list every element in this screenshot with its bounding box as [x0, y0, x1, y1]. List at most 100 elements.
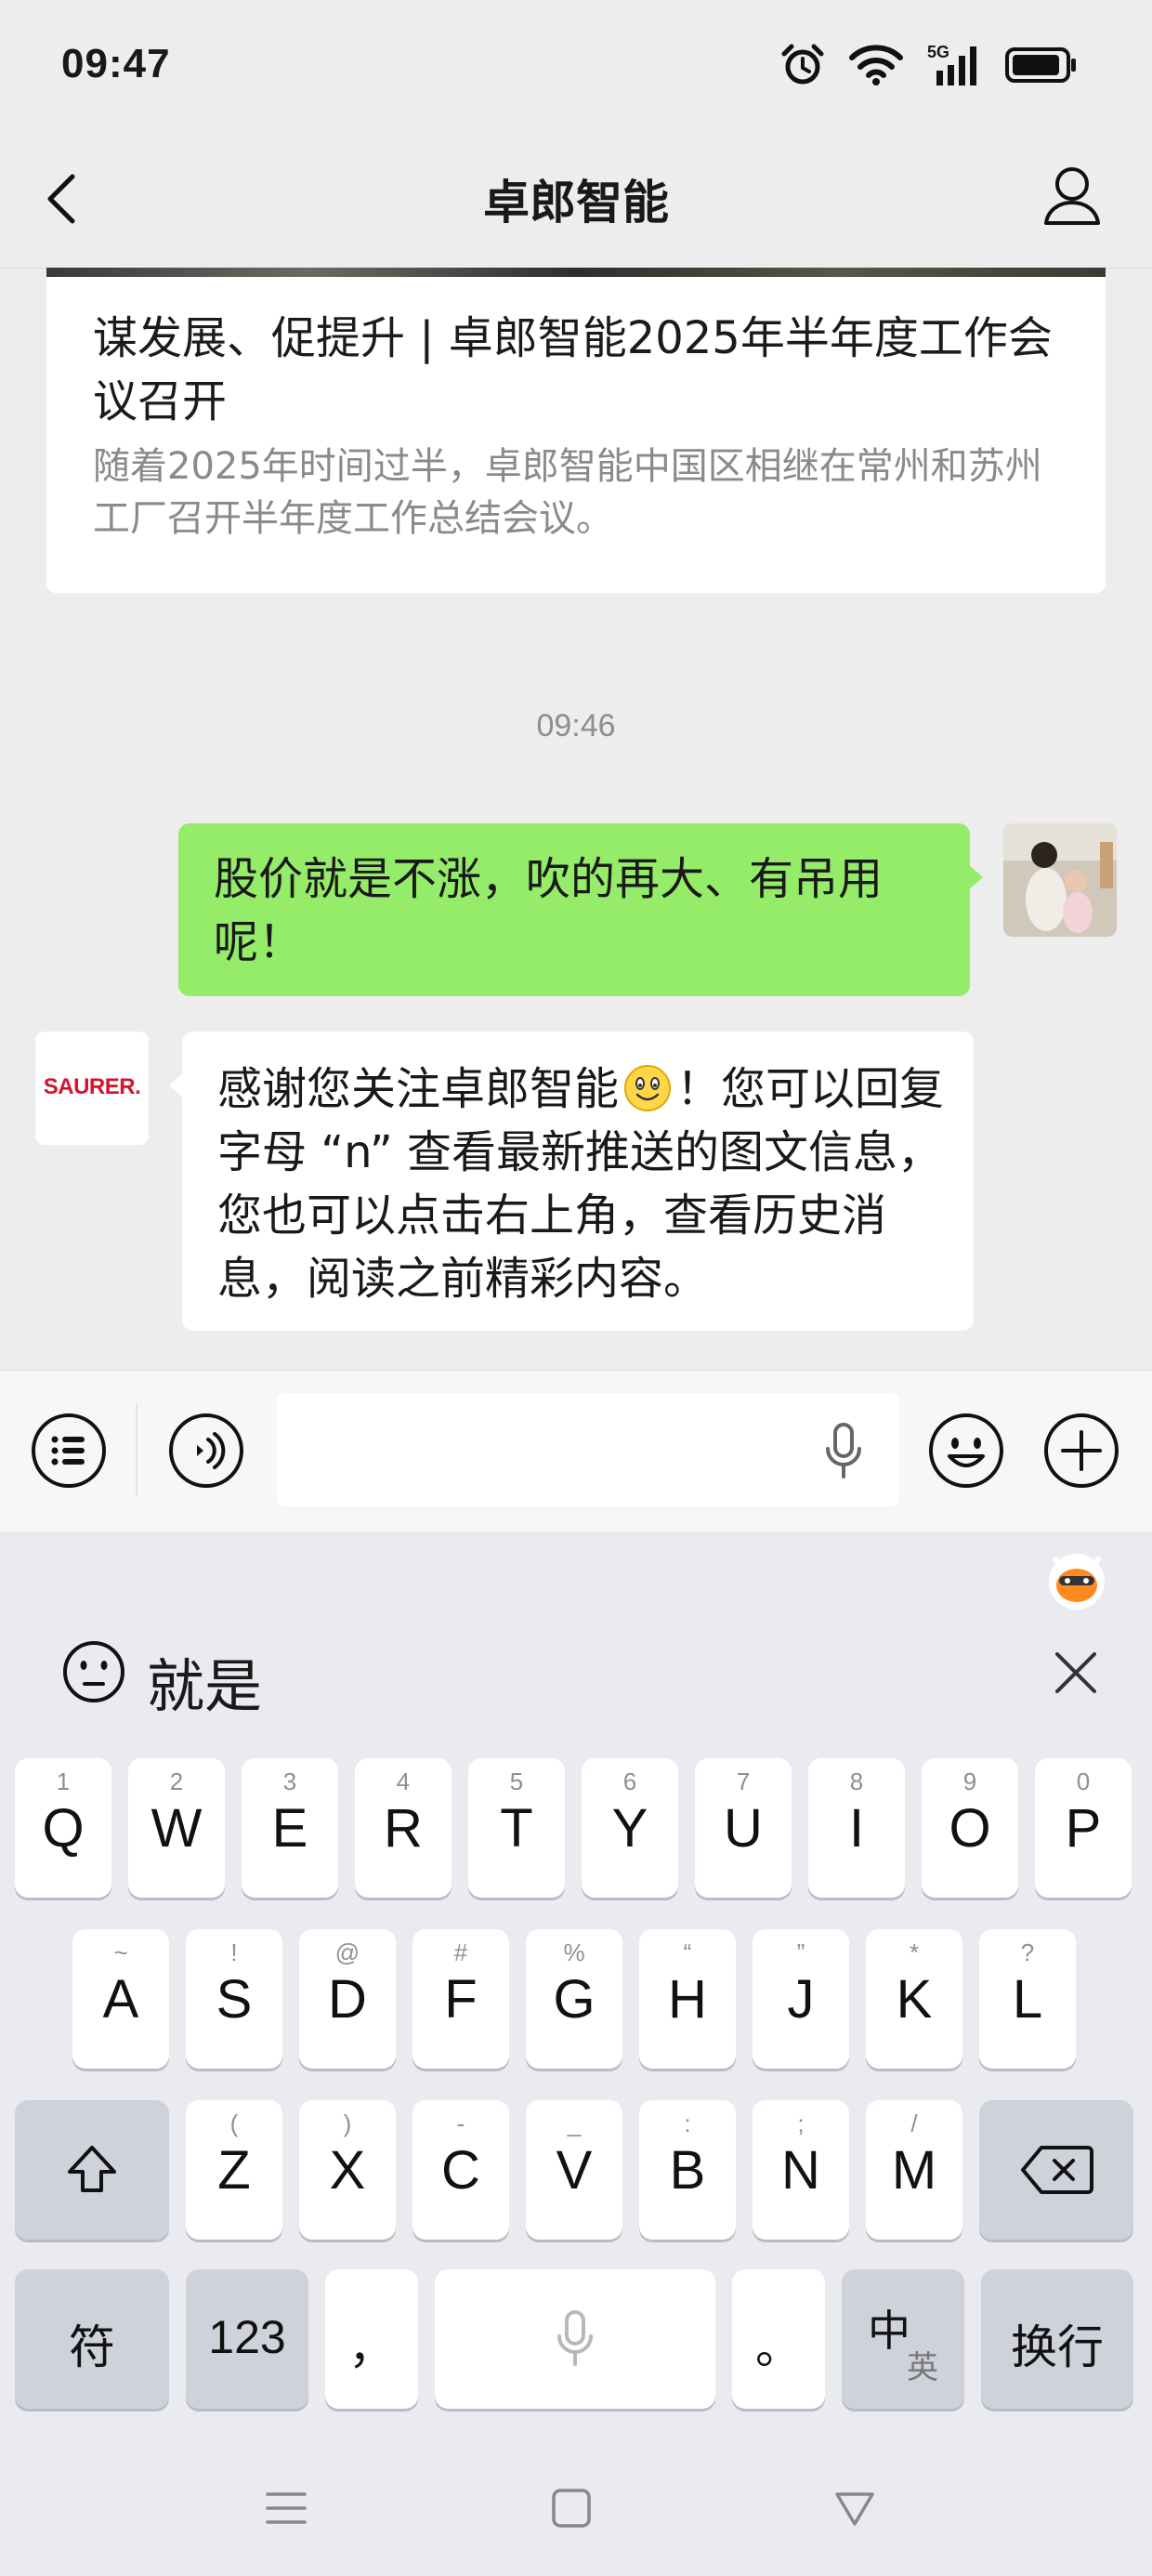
key-t[interactable]: 5T	[468, 1758, 565, 1898]
key-x[interactable]: ) X	[299, 2100, 396, 2240]
menu-nav-icon[interactable]	[263, 2485, 309, 2531]
official-account-avatar[interactable]: SAURER.	[35, 1032, 149, 1145]
key-w[interactable]: 2W	[128, 1758, 225, 1898]
status-bar: 09:47 5G	[0, 0, 1152, 130]
key-secondary-label: /	[910, 2109, 918, 2137]
key-secondary-label: %	[563, 1939, 585, 1966]
menu-list-button[interactable]	[30, 1412, 108, 1490]
key-y[interactable]: 6Y	[582, 1758, 678, 1898]
incoming-message-text: 感谢您关注卓郎智能 ！您可以回复字母 “n” 查看最新推送的图文信息，您也可以点击…	[217, 1058, 951, 1310]
neutral-face-icon[interactable]	[61, 1639, 126, 1704]
article-card[interactable]: 谋发展、促提升 | 卓郎智能2025年半年度工作会议召开 随着2025年时间过半…	[46, 268, 1106, 593]
key-i[interactable]: 8I	[808, 1758, 905, 1898]
key-secondary-label: ”	[796, 1939, 805, 1966]
key-secondary-label: -	[456, 2109, 465, 2137]
language-main-label: 中	[868, 2307, 910, 2355]
key-primary-label: R	[384, 1798, 423, 1859]
period-key[interactable]: 。	[732, 2269, 825, 2409]
key-c[interactable]: -C	[412, 2100, 509, 2240]
key-primary-label: G	[553, 1969, 596, 2030]
key-secondary-label: 7	[736, 1768, 751, 1795]
article-description: 随着2025年时间过半，卓郎智能中国区相继在常州和苏州工厂召开半年度工作总结会议…	[93, 445, 1042, 540]
home-nav-icon[interactable]	[548, 2485, 595, 2531]
key-l[interactable]: ? L	[979, 1929, 1076, 2069]
key-secondary-label: :	[684, 2109, 691, 2137]
key-p[interactable]: 0P	[1035, 1758, 1132, 1898]
key-primary-label: Q	[42, 1798, 85, 1859]
shift-key[interactable]	[15, 2100, 169, 2240]
key-h[interactable]: “H	[639, 1929, 736, 2069]
key-u[interactable]: 7U	[695, 1758, 792, 1898]
key-v[interactable]: _ V	[526, 2100, 622, 2240]
symbols-key-label: 符	[69, 2321, 115, 2373]
key-primary-label: J	[787, 1969, 815, 2030]
profile-icon[interactable]	[1042, 164, 1102, 227]
key-r[interactable]: 4R	[355, 1758, 452, 1898]
shift-arrow-icon	[68, 2146, 116, 2192]
key-e[interactable]: 3E	[242, 1758, 338, 1898]
key-g[interactable]: % G	[526, 1929, 622, 2069]
key-a[interactable]: ~ A	[72, 1929, 169, 2069]
space-microphone-icon	[557, 2310, 593, 2366]
key-primary-label: V	[556, 2140, 593, 2201]
article-title: 谋发展、促提升 | 卓郎智能2025年半年度工作会议召开	[93, 312, 1053, 427]
key-primary-label: N	[781, 2140, 820, 2201]
symbols-key[interactable]: 符	[15, 2269, 169, 2409]
key-primary-label: A	[102, 1969, 139, 2030]
numbers-key-label: 123	[208, 2311, 286, 2363]
close-icon[interactable]	[1050, 1647, 1102, 1699]
key-secondary-label: ;	[797, 2109, 805, 2137]
key-q[interactable]: 1Q	[15, 1758, 111, 1898]
candidate-word[interactable]: 就是	[147, 1639, 262, 1723]
key-j[interactable]: ” J	[753, 1929, 849, 2069]
signal-icon: 5G	[927, 43, 981, 87]
chat-input-bar	[0, 1370, 1152, 1532]
key-z[interactable]: (Z	[186, 2100, 282, 2240]
back-nav-icon[interactable]	[831, 2485, 878, 2531]
key-secondary-label: _	[567, 2109, 582, 2137]
enter-key[interactable]: 换行	[981, 2269, 1133, 2409]
wifi-icon	[849, 45, 903, 85]
key-n[interactable]: ; N	[753, 2100, 849, 2240]
message-text-input[interactable]	[277, 1393, 899, 1506]
microphone-icon[interactable]	[825, 1423, 862, 1480]
space-key[interactable]	[435, 2269, 715, 2409]
emoji-button[interactable]	[927, 1412, 1005, 1490]
key-primary-label: M	[891, 2140, 937, 2201]
key-k[interactable]: * K	[866, 1929, 962, 2069]
backspace-key[interactable]	[979, 2100, 1133, 2240]
voice-toggle-button[interactable]	[167, 1412, 245, 1490]
key-b[interactable]: :B	[639, 2100, 736, 2240]
key-secondary-label: 5	[509, 1768, 524, 1795]
key-secondary-label: 2	[169, 1768, 184, 1795]
article-cover-image	[46, 268, 1106, 277]
key-secondary-label: 6	[622, 1768, 637, 1795]
key-primary-label: Z	[217, 2140, 251, 2201]
system-navigation-bar	[0, 2440, 1152, 2576]
key-secondary-label: 1	[56, 1768, 71, 1795]
key-s[interactable]: ! S	[186, 1929, 282, 2069]
key-m[interactable]: / M	[866, 2100, 962, 2240]
key-d[interactable]: @ D	[299, 1929, 396, 2069]
outgoing-message-bubble[interactable]: 股价就是不涨，吹的再大、有吊用呢！	[178, 823, 983, 996]
incoming-text-part-1: 感谢您关注卓郎智能	[217, 1063, 620, 1115]
enter-key-label: 换行	[1011, 2321, 1104, 2373]
key-secondary-label: 8	[849, 1768, 864, 1795]
key-primary-label: O	[949, 1798, 991, 1859]
key-secondary-label: !	[230, 1939, 238, 1966]
key-primary-label: T	[500, 1798, 533, 1859]
key-primary-label: I	[848, 1798, 865, 1859]
key-o[interactable]: 9O	[922, 1758, 1018, 1898]
user-avatar[interactable]	[1003, 823, 1117, 937]
key-primary-label: B	[669, 2140, 706, 2201]
language-switch-key[interactable]: 中 英	[842, 2269, 964, 2409]
key-primary-label: P	[1065, 1798, 1102, 1859]
plus-more-button[interactable]	[1042, 1412, 1120, 1490]
numbers-key[interactable]: 123	[186, 2269, 308, 2409]
key-f[interactable]: # F	[412, 1929, 509, 2069]
incoming-message-bubble[interactable]: 感谢您关注卓郎智能 ！您可以回复字母 “n” 查看最新推送的图文信息，您也可以点击…	[169, 1032, 974, 1331]
keyboard-mascot-icon[interactable]	[1044, 1546, 1109, 1611]
key-secondary-label: 9	[962, 1768, 977, 1795]
battery-icon	[1005, 47, 1076, 83]
comma-key[interactable]: ，	[325, 2269, 418, 2409]
